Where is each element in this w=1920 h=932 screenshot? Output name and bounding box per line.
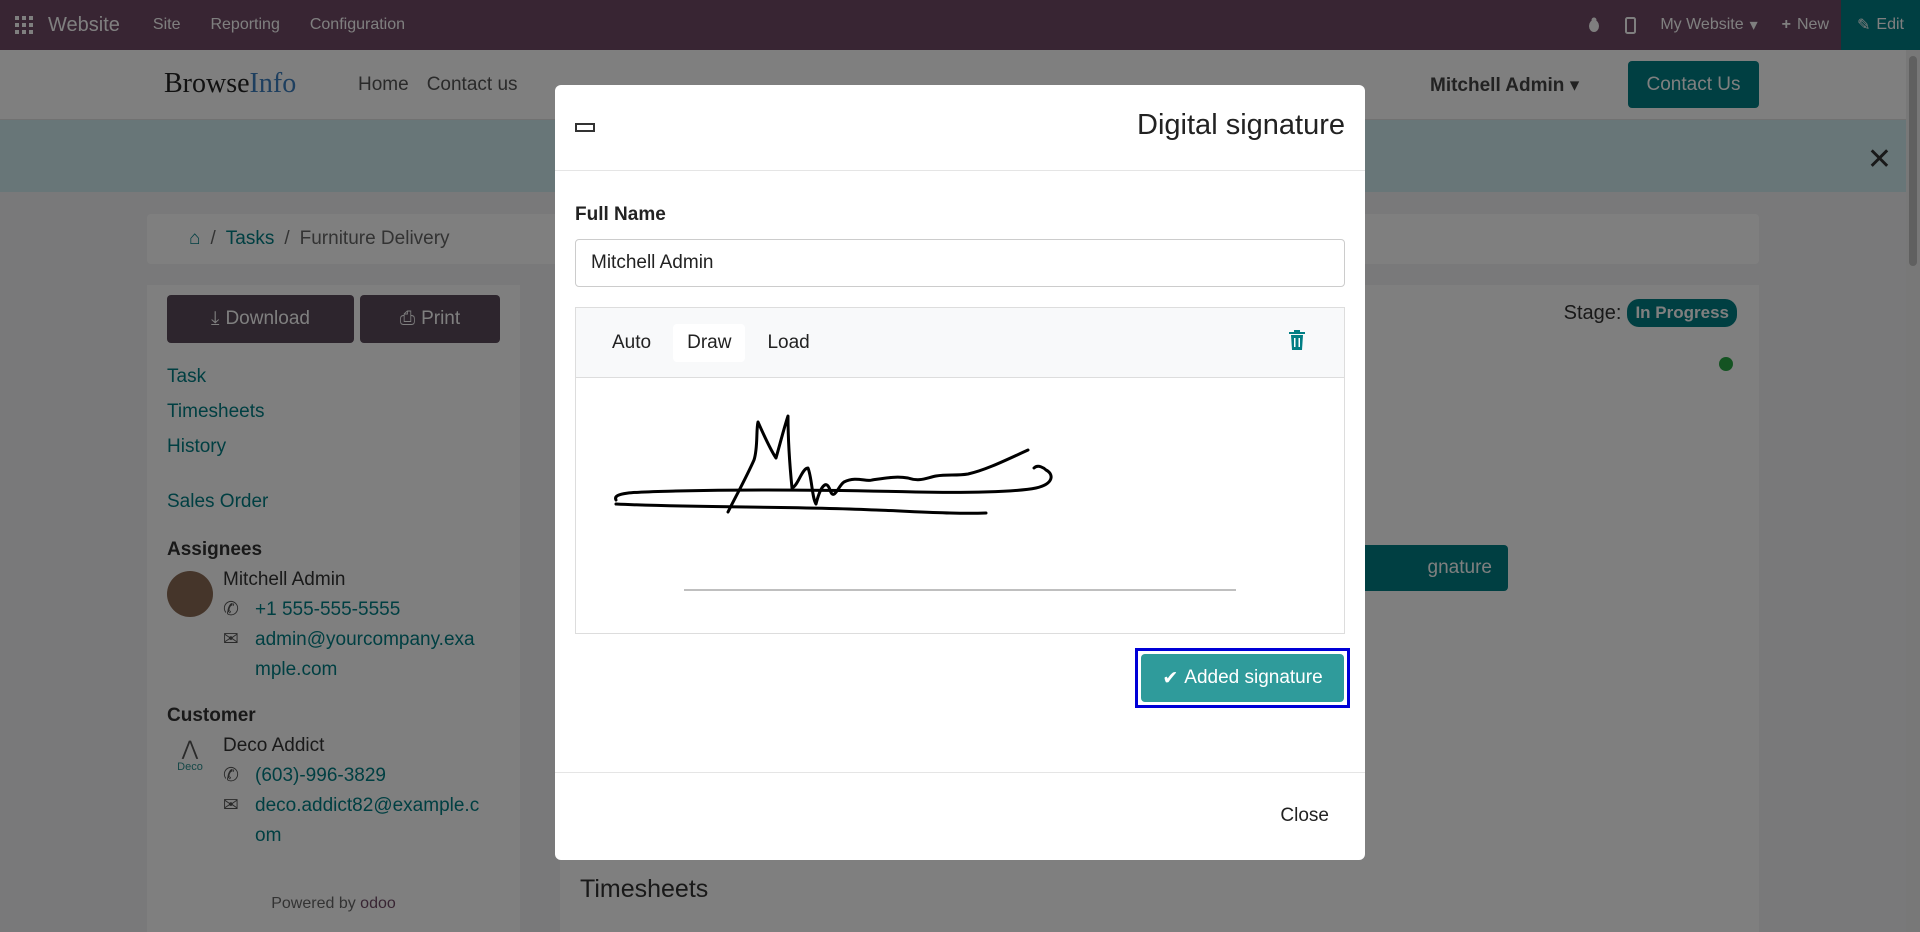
added-signature-label: Added signature — [1184, 667, 1323, 688]
modal-footer: Close — [555, 772, 1365, 860]
full-name-label: Full Name — [575, 204, 666, 225]
trash-icon[interactable] — [1288, 330, 1306, 350]
minimize-icon[interactable] — [575, 123, 595, 132]
close-button[interactable]: Close — [1280, 805, 1329, 827]
signature-stroke — [614, 502, 988, 515]
highlight-outline: ✔ Added signature — [1135, 648, 1350, 708]
modal-header: Digital signature — [555, 85, 1365, 171]
signature-canvas[interactable] — [576, 378, 1344, 634]
tab-load[interactable]: Load — [753, 324, 823, 362]
tab-auto[interactable]: Auto — [598, 324, 665, 362]
added-signature-button[interactable]: ✔ Added signature — [1141, 654, 1344, 702]
full-name-input[interactable] — [575, 239, 1345, 287]
modal-title: Digital signature — [1137, 109, 1345, 141]
signature-stroke — [726, 414, 1030, 514]
digital-signature-modal: Digital signature Full Name Auto Draw Lo… — [555, 85, 1365, 860]
signature-pad: Auto Draw Load — [575, 307, 1345, 634]
check-icon: ✔ — [1162, 667, 1179, 689]
signature-mode-tabs: Auto Draw Load — [576, 308, 1344, 378]
tab-draw[interactable]: Draw — [673, 323, 746, 362]
